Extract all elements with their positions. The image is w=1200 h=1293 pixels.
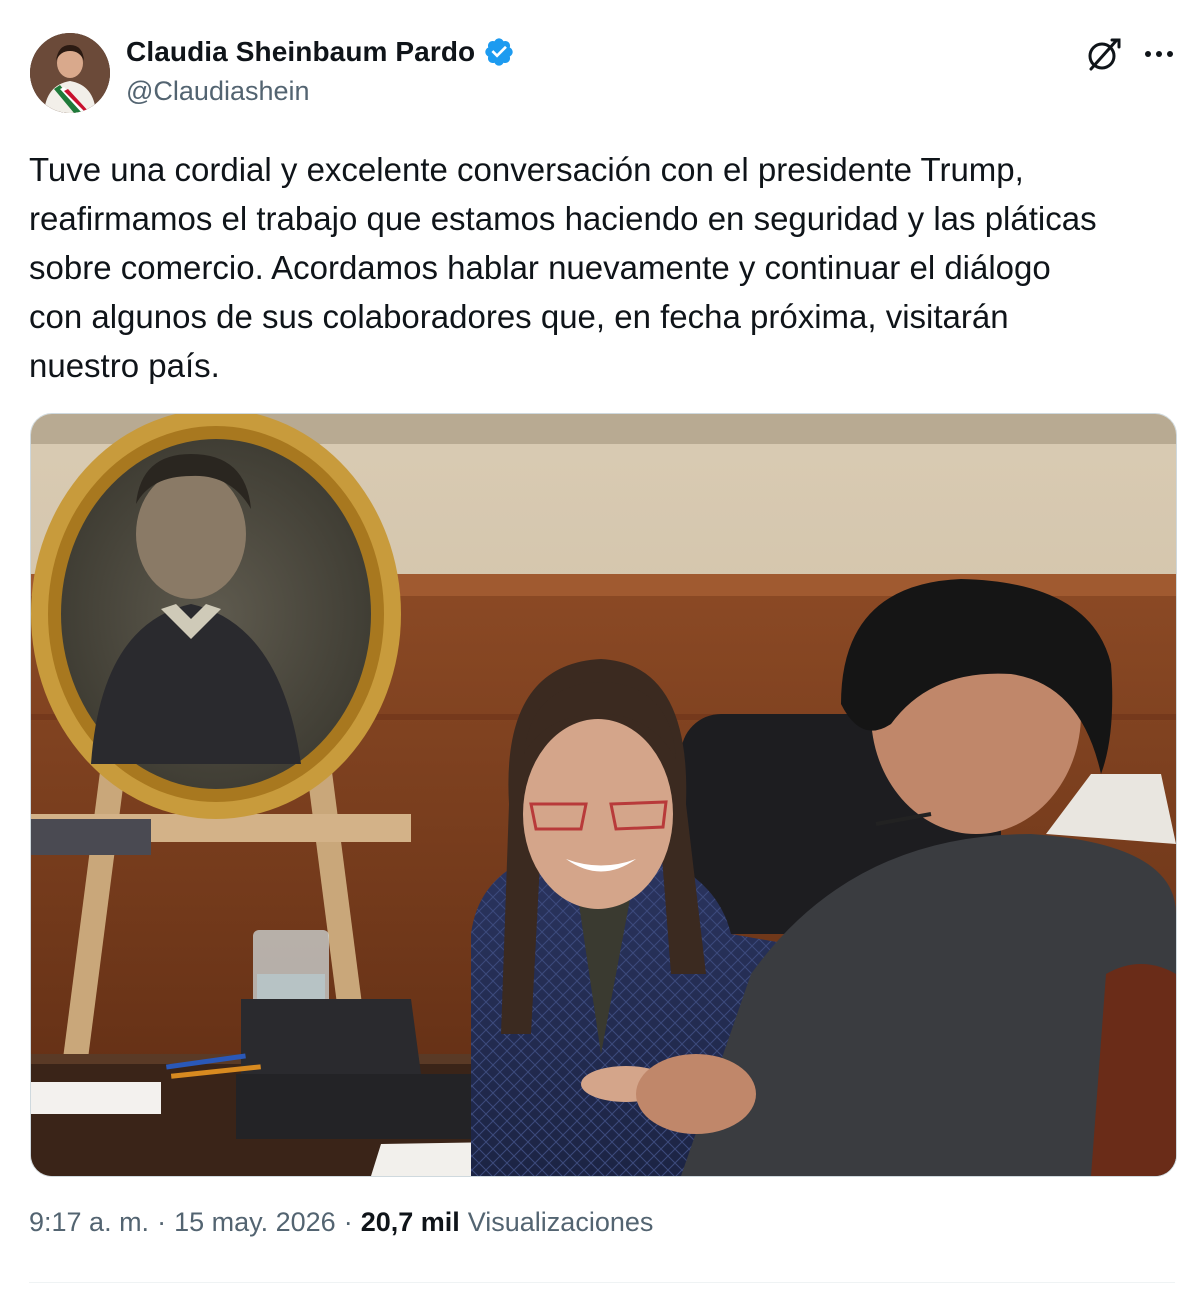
avatar-image xyxy=(30,33,110,113)
author-avatar[interactable] xyxy=(30,33,110,113)
divider xyxy=(29,1282,1175,1283)
tweet-text: Tuve una cordial y excelente conversació… xyxy=(29,151,1097,384)
meta-separator: · xyxy=(157,1207,167,1237)
meta-separator: · xyxy=(343,1207,353,1237)
views-count: 20,7 mil xyxy=(360,1207,460,1237)
tweet-meta: 9:17 a. m. · 15 may. 2026 · 20,7 mil Vis… xyxy=(29,1207,653,1238)
more-options-icon[interactable] xyxy=(1140,36,1178,74)
author-display-name[interactable]: Claudia Sheinbaum Pardo xyxy=(126,36,475,68)
views-label[interactable]: Visualizaciones xyxy=(468,1207,654,1238)
tweet-time[interactable]: 9:17 a. m. xyxy=(29,1207,149,1238)
author-name-row: Claudia Sheinbaum Pardo xyxy=(126,33,515,71)
tweet-photo[interactable] xyxy=(30,413,1177,1177)
tweet-date[interactable]: 15 may. 2026 xyxy=(174,1207,336,1238)
author-handle[interactable]: @Claudiashein xyxy=(126,76,310,107)
grok-icon[interactable] xyxy=(1084,36,1122,74)
tweet-card: Claudia Sheinbaum Pardo @Claudiashein Tu… xyxy=(0,0,1200,1293)
verified-badge-icon xyxy=(483,36,515,68)
photo-image xyxy=(31,414,1176,1176)
